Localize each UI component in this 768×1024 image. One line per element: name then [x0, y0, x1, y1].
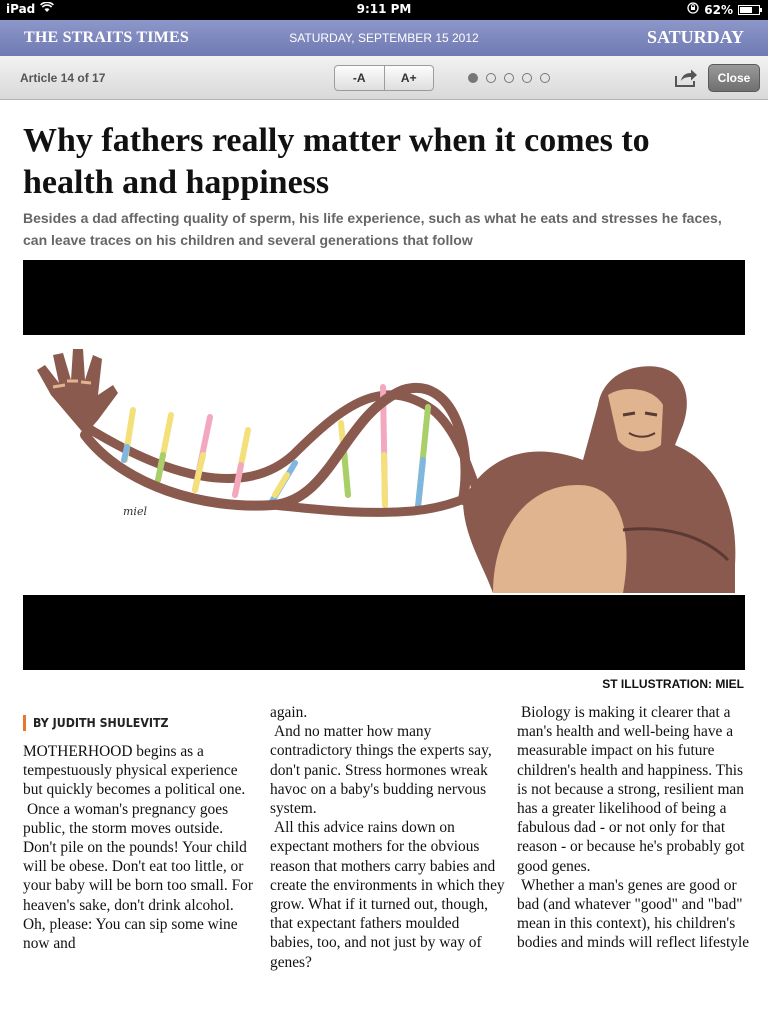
increase-font-button[interactable]: A+ [383, 66, 434, 90]
article-standfirst: Besides a dad affecting quality of sperm… [23, 210, 722, 248]
artist-signature: miel [123, 505, 147, 518]
clock: 9:11 PM [356, 2, 412, 16]
close-button[interactable]: Close [708, 64, 760, 92]
page-indicator[interactable] [468, 73, 550, 83]
paragraph: Whether a man's genes are good or bad (a… [517, 876, 750, 952]
orientation-lock-icon [687, 2, 699, 17]
article-counter: Article 14 of 17 [20, 71, 106, 85]
paragraph: All this advice rains down on expectant … [270, 819, 505, 971]
paragraph: Once a woman's pregnancy goes public, th… [23, 800, 253, 953]
paragraph: again. [270, 704, 308, 721]
font-size-control: -A A+ [334, 65, 434, 91]
article-toolbar: Article 14 of 17 -A A+ Close [0, 56, 768, 100]
battery-fill [740, 6, 753, 13]
byline-accent-bar [23, 715, 26, 731]
byline-author[interactable]: BY JUDITH SHULEVITZ [33, 716, 169, 730]
page-dot[interactable] [522, 73, 532, 83]
page-dot[interactable] [486, 73, 496, 83]
battery-icon [738, 4, 762, 15]
page-dot[interactable] [540, 73, 550, 83]
battery-percent: 62% [704, 2, 733, 17]
paragraph: And no matter how many contradictory thi… [270, 723, 492, 818]
decrease-font-button[interactable]: -A [335, 66, 384, 90]
article-column-3: Biology is making it clearer that a man'… [517, 703, 753, 953]
share-icon[interactable] [674, 68, 698, 88]
paragraph: MOTHERHOOD begins as a tempestuously phy… [23, 743, 246, 799]
illustration-credit: ST ILLUSTRATION: MIEL [602, 677, 744, 691]
edition-day: SATURDAY [646, 27, 744, 47]
article-illustration[interactable]: miel [23, 260, 745, 670]
masthead: THE STRAITS TIMES SATURDAY, SEPTEMBER 15… [0, 20, 768, 56]
page-dot[interactable] [468, 73, 478, 83]
byline: BY JUDITH SHULEVITZ [23, 715, 180, 731]
article-headline: Why fathers really matter when it comes … [23, 122, 650, 201]
paragraph: Biology is making it clearer that a man'… [517, 704, 745, 875]
dna-father-illustration: miel [23, 335, 745, 595]
article-column-2: again. And no matter how many contradict… [270, 703, 506, 972]
page-dot[interactable] [504, 73, 514, 83]
article-column-1: MOTHERHOOD begins as a tempestuously phy… [23, 742, 259, 953]
status-bar: iPad 9:11 PM 62% [0, 0, 768, 20]
